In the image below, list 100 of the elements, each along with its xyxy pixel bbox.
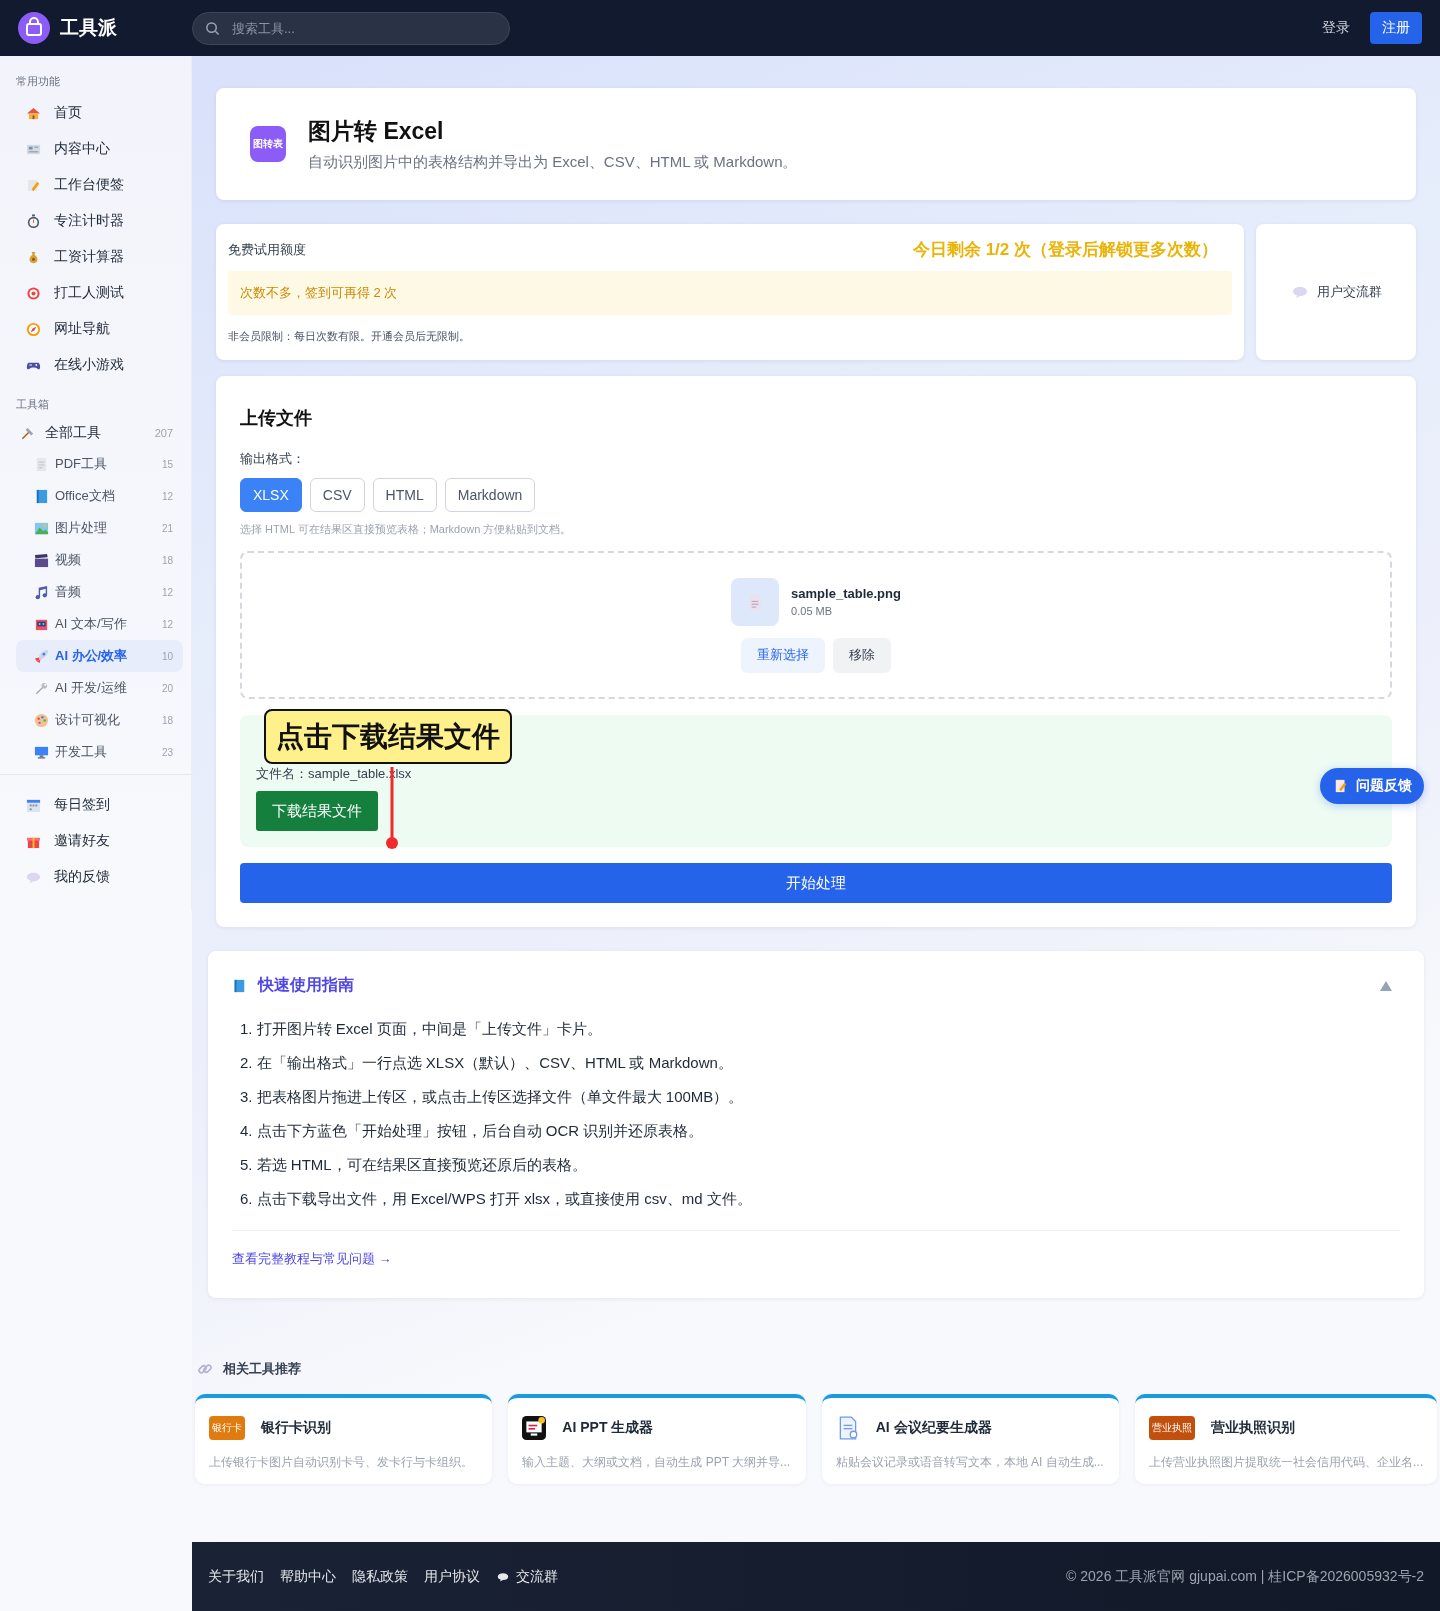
format-option[interactable]: XLSX [240,478,302,512]
logo-icon [18,12,50,44]
tool-description: 自动识别图片中的表格结构并导出为 Excel、CSV、HTML 或 Markdown。 [308,153,798,172]
guide-step: 1. 打开图片转 Excel 页面，中间是「上传文件」卡片。 [240,1012,1400,1046]
target-icon [26,285,41,301]
nav-item[interactable]: 音频 12 [16,576,183,608]
speech-bubble-icon [496,1570,510,1583]
quota-note: 非会员限制：每日次数有限。开通会员后无限制。 [228,329,471,344]
nav-item[interactable]: 专注计时器 [16,203,183,239]
stopwatch-icon [26,213,41,229]
nav-item[interactable]: 视频 18 [16,544,183,576]
file-name: sample_table.png [791,586,901,601]
format-option[interactable]: HTML [372,478,437,512]
tool-card[interactable]: AI 会议纪要生成器 粘贴会议记录或语音转写文本，本地 AI 自动生成... [821,1394,1119,1484]
nav-item[interactable]: AI 文本/写作 12 [16,608,183,640]
file-size: 0.05 MB [791,605,834,617]
footer-link[interactable]: 交流群 [496,1567,558,1586]
tool-card-description: 上传营业执照图片提取统一社会信用代码、企业名... [1149,1454,1423,1471]
palette-icon [34,712,49,728]
tools-icon [20,425,35,441]
download-button[interactable]: 下载结果文件 [256,791,378,831]
nav-item[interactable]: 开发工具 23 [16,736,183,768]
nav-item[interactable]: AI 办公/效率 10 [16,640,183,672]
guide-step: 3. 把表格图片拖进上传区，或点击上传区选择文件（单文件最大 100MB）。 [240,1080,1400,1114]
nav-item[interactable]: 每日签到 [16,787,183,823]
format-option[interactable]: CSV [309,478,365,512]
section-title: 常用功能 [16,74,61,89]
nav-item[interactable]: 图片处理 21 [16,512,183,544]
user-group-button[interactable]: 用户交流群 [1286,279,1386,305]
brand-name: 工具派 [60,16,117,40]
wrench-icon [34,680,49,696]
nav-item[interactable]: 设计可视化 18 [16,704,183,736]
quota-remaining: 今日剩余 1/2 次（登录后解锁更多次数） [912,239,1218,261]
nav-item[interactable]: 全部工具 207 [16,418,183,448]
presentation-icon [522,1416,547,1440]
related-title: 相关工具推荐 [223,1360,301,1378]
speech-bubble-icon [1290,284,1309,300]
nav-item[interactable]: 打工人测试 [16,275,183,311]
tool-badge-icon: 营业执照 [1149,1416,1195,1440]
guide-step: 6. 点击下载导出文件，用 Excel/WPS 打开 xlsx，或直接使用 csv、md 文件。 [240,1182,1400,1216]
nav-item[interactable]: AI 开发/运维 20 [16,672,183,704]
remove-button[interactable]: 移除 [833,637,891,673]
memo-icon [26,177,41,193]
monitor-icon [34,744,49,760]
nav-item[interactable]: Office文档 12 [16,480,183,512]
nav-item[interactable]: 首页 [16,95,183,131]
guide-step: 4. 点击下方蓝色「开始处理」按钮，后台自动 OCR 识别并还原表格。 [240,1114,1400,1148]
nav-item[interactable]: 内容中心 [16,131,183,167]
callout-label: 点击下载结果文件 [264,709,512,765]
tool-title: 图片转 Excel [308,117,445,146]
tool-card[interactable]: 营业执照 营业执照识别 上传营业执照图片提取统一社会信用代码、企业名... [1135,1394,1437,1484]
copyright-text: © 2026 工具派官网 gjupai.com | 桂ICP备2026005932号-2 [1066,1567,1424,1586]
footer-link[interactable]: 帮助中心 [280,1567,336,1586]
tool-card[interactable]: 银行卡 银行卡识别 上传银行卡图片自动识别卡号、发卡行与卡组织。 [195,1394,493,1484]
nav-item[interactable]: 工作台便签 [16,167,183,203]
reselect-button[interactable]: 重新选择 [741,637,825,673]
nav-item[interactable]: PDF工具 15 [16,448,183,480]
house-icon [26,105,41,121]
format-option[interactable]: Markdown [444,478,536,512]
calendar-icon [26,797,41,813]
tool-badge-icon: 银行卡 [209,1416,245,1440]
nav-item[interactable]: 邀请好友 [16,823,183,859]
nav-item[interactable]: 网址导航 [16,311,183,347]
nav-item[interactable]: 在线小游戏 [16,347,183,383]
format-hint: 选择 HTML 可在结果区直接预览表格；Markdown 方便粘贴到文档。 [240,522,573,537]
search-icon [205,20,220,36]
start-button[interactable]: 开始处理 [240,863,1392,903]
login-link[interactable]: 登录 [1322,19,1350,37]
upload-title: 上传文件 [240,407,313,430]
feedback-button[interactable]: 问题反馈 [1320,768,1424,804]
search-input[interactable]: 搜索工具... [230,19,497,37]
footer-link[interactable]: 隐私政策 [352,1567,408,1586]
caret-icon[interactable] [1380,980,1392,991]
quota-notice: 次数不多，签到可再得 2 次 [228,271,1232,315]
tutorial-link[interactable]: 查看完整教程与常见问题 → [232,1251,392,1266]
nav-item[interactable]: 我的反馈 [16,859,183,895]
guide-step: 2. 在「输出格式」一行点选 XLSX（默认）、CSV、HTML 或 Markdown。 [240,1046,1400,1080]
tool-card-description: 粘贴会议记录或语音转写文本，本地 AI 自动生成... [835,1454,1105,1471]
guide-step: 5. 若选 HTML，可在结果区直接预览还原后的表格。 [240,1148,1400,1182]
nav-item[interactable]: 工资计算器 [16,239,183,275]
book-icon [232,977,246,994]
tool-card-description: 上传银行卡图片自动识别卡号、发卡行与卡组织。 [209,1454,474,1471]
tool-card-title: 营业执照识别 [1211,1419,1295,1437]
music-note-icon [34,584,49,600]
tool-card-title: 银行卡识别 [261,1419,331,1437]
footer-link[interactable]: 用户协议 [424,1567,480,1586]
search-field[interactable]: 搜索工具... [192,11,510,45]
tool-badge-icon: 图转表 [250,126,286,162]
drop-zone[interactable]: sample_table.png 0.05 MB 重新选择 移除 [240,551,1392,699]
footer-link[interactable]: 关于我们 [208,1567,264,1586]
quota-label: 免费试用额度 [228,240,306,259]
compass-icon [26,321,41,337]
format-label: 输出格式： [240,450,306,468]
register-button[interactable]: 注册 [1370,12,1422,44]
memo-icon [1334,779,1348,793]
file-icon [731,577,780,626]
tool-card[interactable]: AI PPT 生成器 输入主题、大纲或文档，自动生成 PPT 大纲并导... [508,1394,806,1484]
tool-card-title: AI 会议纪要生成器 [875,1419,992,1437]
section-title: 工具箱 [16,397,50,412]
guide-title: 快速使用指南 [258,975,354,995]
